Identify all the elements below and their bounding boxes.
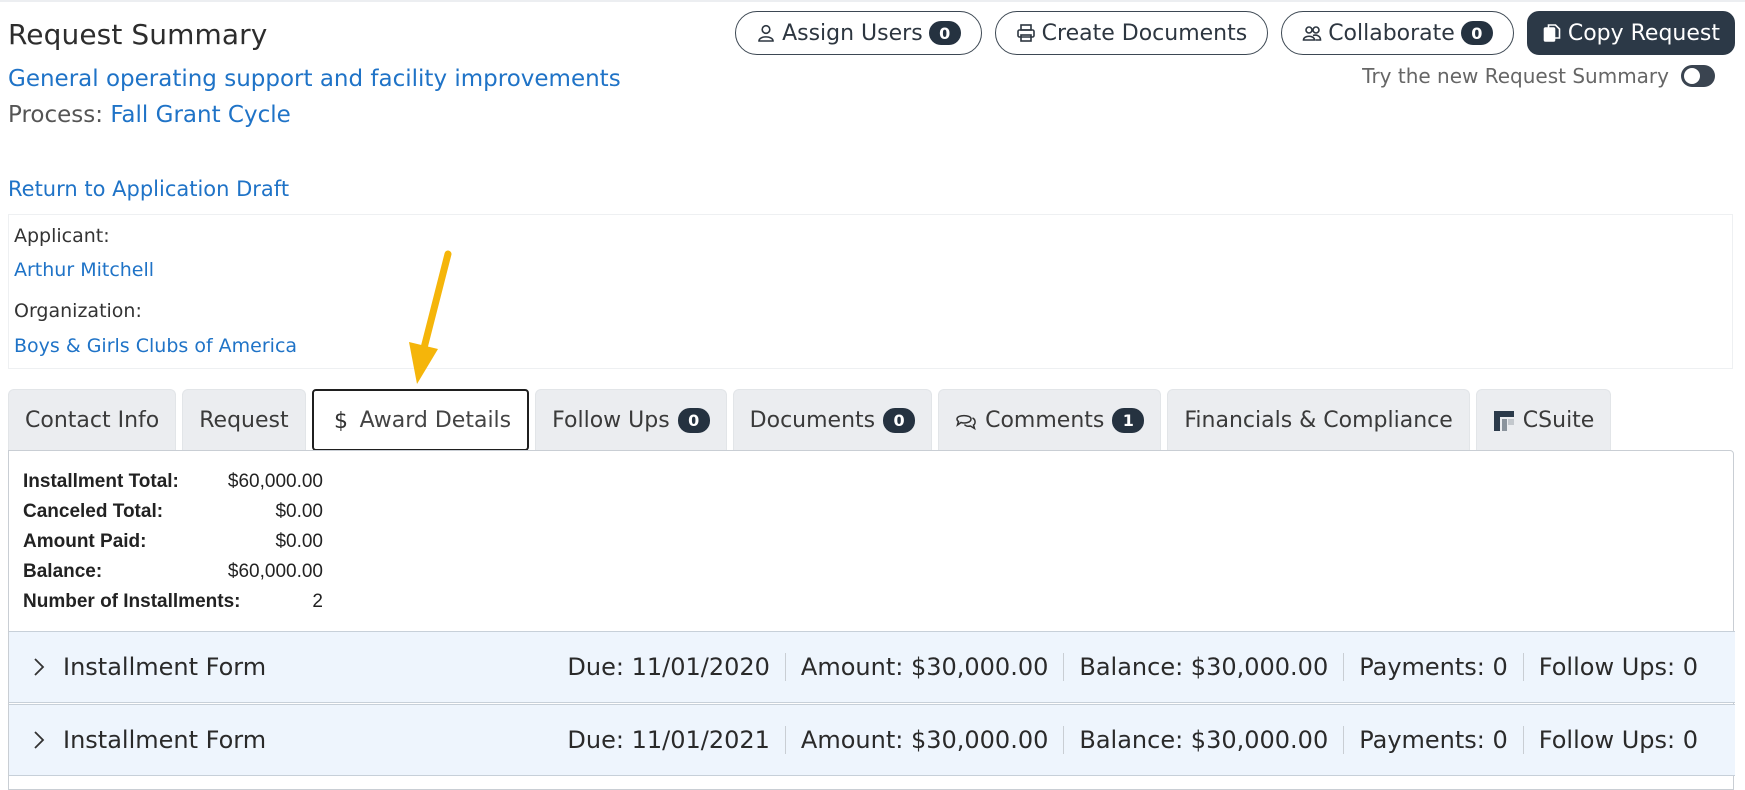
- installment-amount: Amount: $30,000.00: [784, 726, 1063, 754]
- toolbar: Assign Users 0 Create Documents Collabor…: [735, 11, 1735, 55]
- installment-row[interactable]: Installment Form Due: 11/01/2020 Amount:…: [9, 631, 1735, 703]
- collaborate-count-badge: 0: [1460, 21, 1493, 45]
- tab-contact-info[interactable]: Contact Info: [8, 389, 177, 451]
- applicant-info-box: Applicant: Arthur Mitchell Organization:…: [8, 214, 1733, 369]
- summary-value: $0.00: [275, 531, 323, 552]
- applicant-name-link[interactable]: Arthur Mitchell: [14, 259, 154, 281]
- try-new-summary-label: Try the new Request Summary: [1362, 64, 1669, 88]
- tab-label: Follow Ups: [552, 408, 670, 433]
- toggle-knob: [1684, 68, 1700, 84]
- tab-award-details[interactable]: $ Award Details: [311, 389, 530, 451]
- installment-payments: Payments: 0: [1343, 726, 1523, 754]
- summary-value: $60,000.00: [227, 561, 323, 582]
- installment-due: Due: 11/01/2020: [567, 653, 770, 681]
- summary-label: Amount Paid:: [23, 531, 147, 552]
- assign-users-count-badge: 0: [928, 21, 961, 45]
- follow-ups-count-badge: 0: [677, 408, 710, 433]
- tab-financials-compliance[interactable]: Financials & Compliance: [1167, 389, 1470, 451]
- comments-icon: [956, 414, 976, 430]
- return-to-draft-link[interactable]: Return to Application Draft: [8, 177, 289, 201]
- tab-label: Comments: [985, 408, 1105, 433]
- installment-name: Installment Form: [63, 653, 267, 681]
- tab-label: Documents: [749, 408, 876, 433]
- user-icon: [758, 24, 774, 42]
- tab-comments[interactable]: Comments 1: [938, 389, 1162, 451]
- summary-row: Balance: $60,000.00: [23, 561, 323, 585]
- summary-label: Balance:: [23, 561, 103, 582]
- installment-balance: Balance: $30,000.00: [1063, 653, 1343, 681]
- summary-label: Installment Total:: [23, 471, 179, 492]
- installment-follow-ups: Follow Ups: 0: [1522, 653, 1713, 681]
- assign-users-button[interactable]: Assign Users 0: [735, 11, 982, 55]
- installment-meta: Due: 11/01/2021 Amount: $30,000.00 Balan…: [552, 726, 1735, 754]
- copy-request-label: Copy Request: [1567, 20, 1720, 46]
- applicant-label: Applicant:: [14, 225, 110, 247]
- chevron-right-icon[interactable]: [19, 656, 59, 678]
- copy-icon: [1543, 24, 1561, 42]
- assign-users-label: Assign Users: [782, 20, 923, 46]
- summary-row: Canceled Total: $0.00: [23, 501, 323, 525]
- tab-label: Award Details: [359, 407, 512, 433]
- installment-payments: Payments: 0: [1343, 653, 1523, 681]
- create-documents-button[interactable]: Create Documents: [994, 11, 1269, 55]
- dollar-icon: $: [334, 409, 348, 431]
- create-documents-label: Create Documents: [1041, 20, 1248, 46]
- collaborate-label: Collaborate: [1328, 20, 1455, 46]
- process-label: Process:: [8, 102, 103, 128]
- organization-name-link[interactable]: Boys & Girls Clubs of America: [14, 335, 297, 357]
- tab-label: Contact Info: [25, 408, 160, 433]
- request-purpose-link[interactable]: General operating support and facility i…: [8, 66, 621, 92]
- collaborate-button[interactable]: Collaborate 0: [1281, 11, 1514, 55]
- installment-meta: Due: 11/01/2020 Amount: $30,000.00 Balan…: [552, 653, 1735, 681]
- summary-row: Number of Installments: 2: [23, 591, 323, 615]
- documents-count-badge: 0: [883, 408, 916, 433]
- svg-text:$: $: [334, 409, 348, 431]
- tab-follow-ups[interactable]: Follow Ups 0: [535, 389, 727, 451]
- copy-request-button[interactable]: Copy Request: [1526, 11, 1735, 55]
- process-link[interactable]: Fall Grant Cycle: [110, 102, 290, 128]
- tab-bar: Contact Info Request $ Award Details Fol…: [8, 389, 1612, 451]
- csuite-logo-icon: [1493, 410, 1514, 431]
- summary-row: Amount Paid: $0.00: [23, 531, 323, 555]
- tab-label: Request: [199, 408, 289, 433]
- process-line: Process: Fall Grant Cycle: [8, 102, 291, 128]
- top-border: [0, 0, 1745, 2]
- printer-icon: [1016, 24, 1035, 42]
- installment-balance: Balance: $30,000.00: [1063, 726, 1343, 754]
- comments-count-badge: 1: [1112, 408, 1145, 433]
- installment-row[interactable]: Installment Form Due: 11/01/2021 Amount:…: [9, 704, 1735, 776]
- chevron-right-icon[interactable]: [19, 729, 59, 751]
- annotation-arrow-icon: [409, 250, 452, 384]
- organization-label: Organization:: [14, 300, 142, 322]
- tab-documents[interactable]: Documents 0: [732, 389, 933, 451]
- summary-value: 2: [312, 591, 323, 612]
- tab-csuite[interactable]: CSuite: [1475, 389, 1612, 451]
- try-new-summary-toggle[interactable]: [1681, 65, 1715, 87]
- installment-name: Installment Form: [63, 726, 267, 754]
- summary-label: Number of Installments:: [23, 591, 241, 612]
- page-title: Request Summary: [8, 18, 268, 51]
- tab-request[interactable]: Request: [182, 389, 306, 451]
- summary-row: Installment Total: $60,000.00: [23, 471, 323, 495]
- tab-label: Financials & Compliance: [1184, 408, 1453, 433]
- summary-value: $60,000.00: [227, 471, 323, 492]
- installment-follow-ups: Follow Ups: 0: [1522, 726, 1713, 754]
- users-icon: [1302, 26, 1322, 41]
- summary-value: $0.00: [275, 501, 323, 522]
- summary-label: Canceled Total:: [23, 501, 164, 522]
- installment-due: Due: 11/01/2021: [567, 726, 770, 754]
- installment-amount: Amount: $30,000.00: [784, 653, 1063, 681]
- try-new-summary: Try the new Request Summary: [1362, 64, 1715, 88]
- tab-label: CSuite: [1522, 408, 1595, 433]
- award-details-panel: Installment Total: $60,000.00 Canceled T…: [8, 450, 1735, 790]
